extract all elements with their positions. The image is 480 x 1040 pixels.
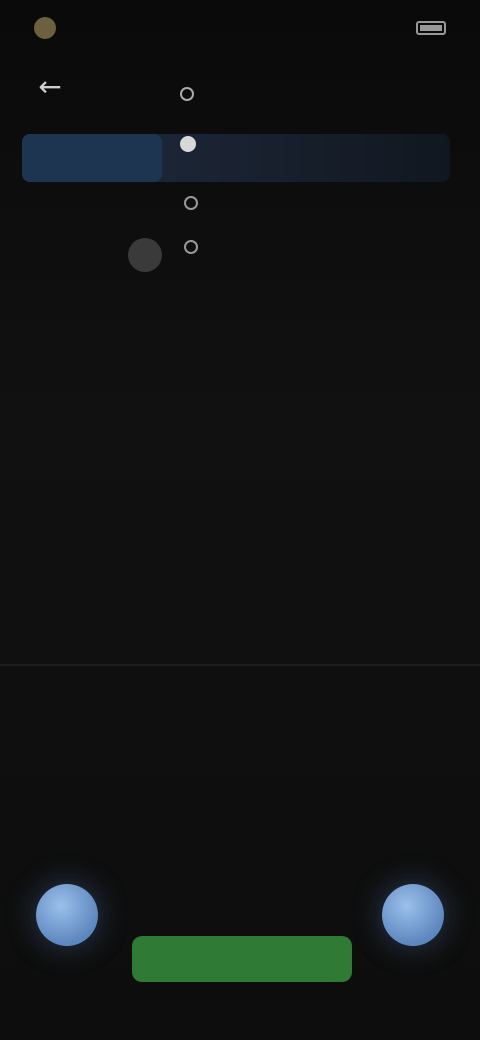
primary-button[interactable]	[132, 936, 352, 982]
word-list	[0, 392, 480, 918]
radio-icon	[184, 196, 198, 210]
arrow-left-icon: ←	[38, 69, 62, 103]
radio-icon	[184, 240, 198, 254]
radio-icon	[180, 87, 194, 101]
notification-icon	[34, 17, 56, 39]
selected-row-pill[interactable]	[22, 134, 162, 182]
options-list	[184, 192, 440, 280]
option-1[interactable]	[184, 192, 440, 210]
nav-list	[180, 74, 460, 114]
option-2[interactable]	[184, 236, 440, 254]
screen: ←	[0, 0, 480, 1040]
nav-item-1[interactable]	[180, 74, 460, 114]
side-marker-icon	[128, 238, 162, 272]
status-bar	[0, 0, 480, 56]
status-right	[408, 21, 446, 35]
left-action-button[interactable]	[36, 884, 98, 946]
status-left	[34, 17, 66, 39]
divider	[0, 664, 480, 666]
right-action-button[interactable]	[382, 884, 444, 946]
battery-icon	[416, 21, 446, 35]
back-button[interactable]: ←	[30, 66, 70, 106]
radio-selected-icon	[180, 136, 196, 152]
nav-item-selected[interactable]	[180, 124, 206, 164]
